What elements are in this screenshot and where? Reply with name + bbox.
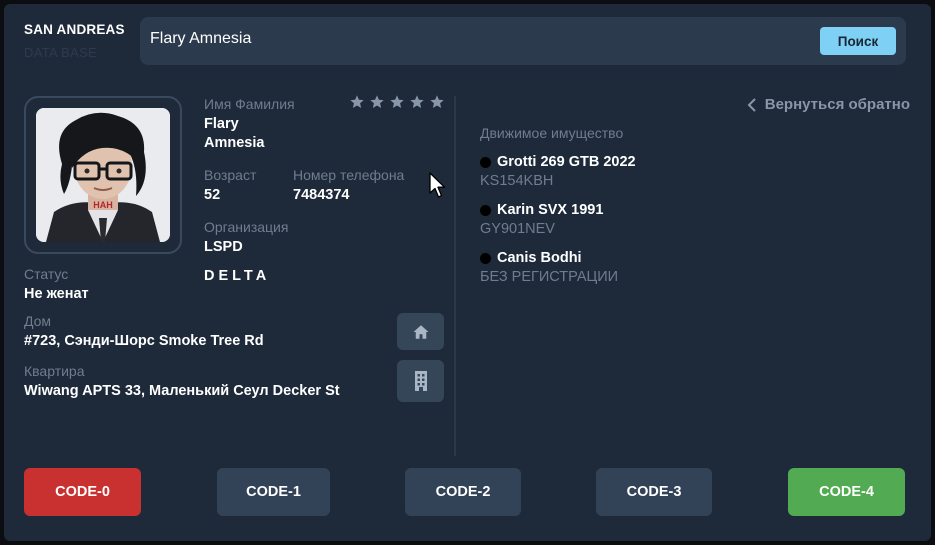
age-label: Возраст	[204, 167, 257, 183]
code-1-button[interactable]: CODE-1	[217, 468, 330, 516]
vehicle-plate: KS154KBH	[480, 173, 554, 189]
vehicle-name-text: Karin SVX 1991	[497, 202, 604, 218]
home-icon	[413, 324, 428, 339]
unit-name: DELTA	[204, 268, 271, 284]
back-label: Вернуться обратно	[764, 96, 910, 113]
house-button[interactable]	[397, 313, 444, 350]
code-0-button[interactable]: CODE-0	[24, 468, 141, 516]
chevron-left-icon	[747, 97, 756, 112]
name-label: Имя Фамилия	[204, 96, 295, 112]
column-divider	[454, 96, 456, 456]
avatar-frame: HAH	[24, 96, 182, 254]
star-icon	[370, 95, 384, 108]
vehicle-plate: GY901NEV	[480, 221, 555, 237]
vehicle-plate: БЕЗ РЕГИСТРАЦИИ	[480, 269, 619, 285]
brand-title: SAN ANDREAS	[24, 22, 125, 37]
phone-value: 7484374	[293, 187, 350, 203]
vehicle-dot	[480, 252, 491, 264]
phone-label: Номер телефона	[293, 167, 405, 183]
avatar-portrait: HAH	[36, 108, 170, 242]
star-icon	[430, 95, 444, 108]
code-3-button[interactable]: CODE-3	[596, 468, 712, 516]
star-icon	[350, 95, 364, 108]
apartment-value: Wiwang APTS 33, Маленький Сеул Decker St	[24, 383, 340, 399]
avatar: HAH	[36, 108, 170, 242]
vehicle-name: Karin SVX 1991	[480, 202, 603, 218]
search-input[interactable]	[150, 30, 790, 48]
status-value: Не женат	[24, 286, 89, 302]
search-bar: Поиск	[140, 17, 906, 65]
code-4-button[interactable]: CODE-4	[788, 468, 905, 516]
house-label: Дом	[24, 313, 52, 329]
age-value: 52	[204, 187, 221, 203]
code-2-button[interactable]: CODE-2	[405, 468, 521, 516]
vehicles-title: Движимое имущество	[480, 125, 624, 141]
vehicle-name: Grotti 269 GTB 2022	[480, 154, 636, 170]
vehicle-name-text: Canis Bodhi	[497, 250, 582, 266]
status-label: Статус	[24, 266, 69, 282]
first-name: Flary	[204, 116, 239, 132]
vehicle-name-text: Grotti 269 GTB 2022	[497, 154, 636, 170]
house-value: #723, Сэнди-Шорс Smoke Tree Rd	[24, 333, 264, 349]
search-button[interactable]: Поиск	[820, 27, 896, 55]
vehicle-name: Canis Bodhi	[480, 250, 582, 266]
vehicle-dot	[480, 204, 491, 216]
database-panel	[4, 4, 931, 541]
building-icon	[414, 371, 427, 391]
org-label: Организация	[204, 219, 289, 235]
back-button[interactable]: Вернуться обратно	[747, 96, 910, 113]
star-icon	[390, 95, 404, 108]
apartment-button[interactable]	[397, 360, 444, 402]
vehicle-dot	[480, 156, 491, 168]
last-name: Amnesia	[204, 135, 265, 151]
star-icon	[410, 95, 424, 108]
rating-stars	[349, 94, 445, 110]
brand-subtitle: DATA BASE	[24, 45, 98, 60]
org-value: LSPD	[204, 239, 243, 255]
apartment-label: Квартира	[24, 363, 85, 379]
mouse-cursor-icon	[429, 172, 446, 198]
svg-text:HAH: HAH	[93, 200, 113, 210]
